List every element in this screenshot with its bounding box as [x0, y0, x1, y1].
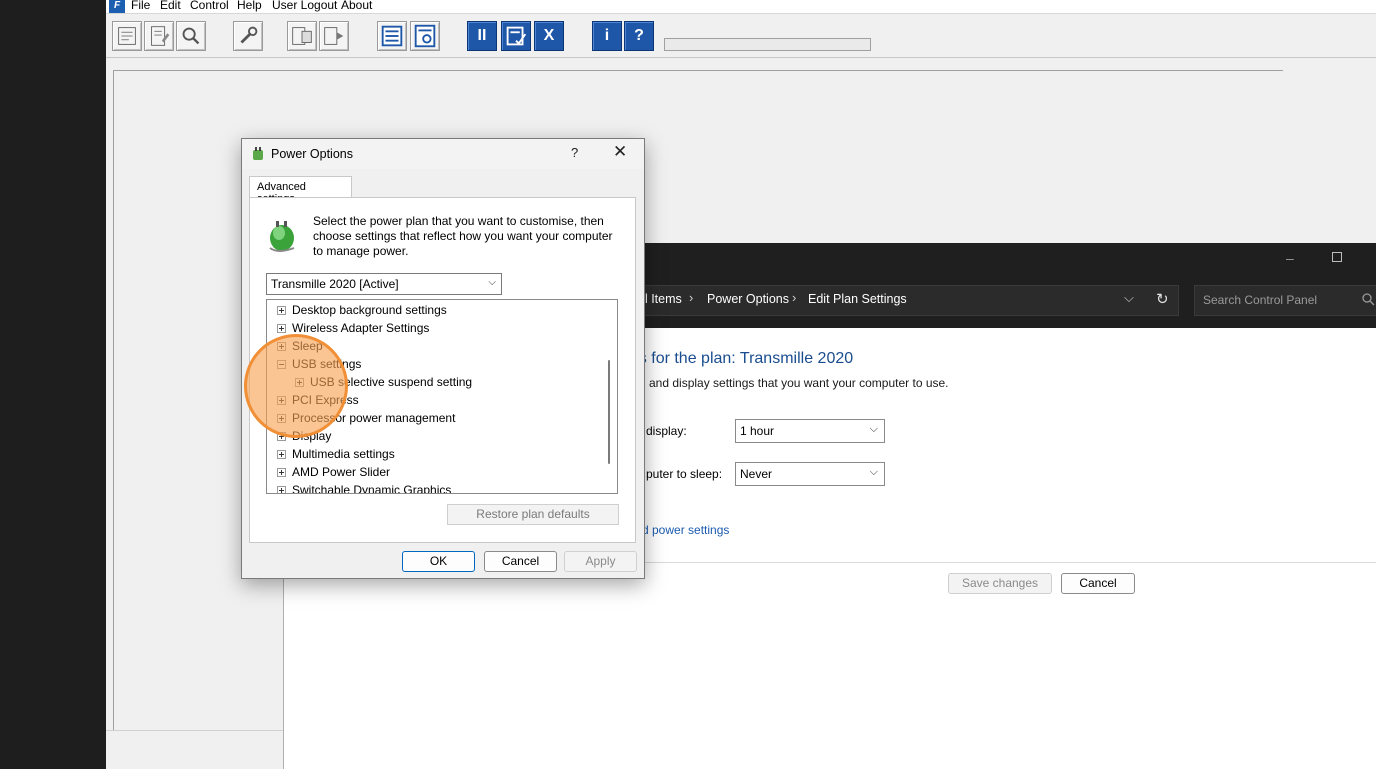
breadcrumb-edit-plan-settings[interactable]: Edit Plan Settings: [808, 292, 907, 306]
battery-plan-icon: [269, 221, 295, 252]
display-off-value: 1 hour: [740, 424, 775, 438]
menu-bar: F File Edit Control Help User Logout Abo…: [106, 0, 1376, 14]
power-plan-select[interactable]: Transmille 2020 [Active] ⌵: [266, 273, 502, 295]
help-button[interactable]: ?: [624, 21, 654, 51]
tree-item-label: Switchable Dynamic Graphics: [292, 483, 452, 494]
checklist-icon: [506, 26, 527, 46]
power-options-icon: [253, 147, 263, 160]
pause-button[interactable]: II: [467, 21, 497, 51]
tree-item-label: AMD Power Slider: [292, 465, 391, 479]
menu-about[interactable]: About: [341, 0, 372, 12]
dialog-description: Select the power plan that you want to c…: [313, 214, 613, 258]
advanced-power-settings-link[interactable]: d power settings: [642, 523, 729, 537]
expand-icon[interactable]: [277, 306, 286, 315]
edit-record-button[interactable]: [144, 21, 174, 51]
menu-edit[interactable]: Edit: [160, 0, 181, 12]
cancel-button[interactable]: Cancel: [1061, 573, 1135, 594]
close-icon: X: [543, 27, 555, 44]
chevron-right-icon: ›: [689, 290, 694, 305]
page-title: ngs for the plan: Transmille 2020: [621, 350, 854, 367]
search-icon: [182, 27, 200, 45]
restore-plan-defaults-button[interactable]: Restore plan defaults: [447, 504, 619, 525]
stop-button[interactable]: X: [534, 21, 564, 51]
search-input[interactable]: Search Control Panel: [1194, 285, 1376, 316]
document-play-icon: [324, 27, 344, 45]
display-off-label: display:: [646, 424, 687, 438]
toolbar: II X i ?: [106, 15, 1376, 58]
scrollbar-thumb[interactable]: [608, 360, 610, 464]
expand-icon[interactable]: [277, 486, 286, 493]
info-icon: i: [604, 27, 610, 44]
tree-item-label: Wireless Adapter Settings: [292, 321, 430, 335]
chevron-right-icon: ›: [792, 290, 797, 305]
tree-item-label: Multimedia settings: [292, 447, 395, 461]
chevron-down-icon: ⌵: [869, 423, 878, 435]
maximize-icon[interactable]: [1332, 252, 1342, 262]
help-icon: ?: [634, 27, 644, 44]
list-icon: [381, 25, 403, 47]
display-off-select[interactable]: 1 hour ⌵: [735, 419, 885, 443]
refresh-icon[interactable]: ↻: [1156, 290, 1169, 308]
menu-help[interactable]: Help: [237, 0, 262, 12]
power-plan-value: Transmille 2020 [Active]: [271, 277, 399, 291]
chevron-down-icon[interactable]: ⌵: [1124, 290, 1134, 306]
export-button[interactable]: [319, 21, 349, 51]
dialog-title: Power Options: [271, 147, 353, 161]
tools-button[interactable]: [233, 21, 263, 51]
cancel-button[interactable]: Cancel: [484, 551, 557, 572]
breadcrumb-power-options[interactable]: Power Options: [707, 292, 789, 306]
pause-icon: II: [477, 27, 487, 44]
tab-advanced-settings[interactable]: Advanced settings: [249, 176, 352, 205]
list-view-button[interactable]: [377, 21, 407, 51]
save-changes-button[interactable]: Save changes: [948, 573, 1052, 594]
tree-item-label: Desktop background settings: [292, 303, 447, 317]
minimize-icon[interactable]: –: [1286, 251, 1300, 265]
expand-icon[interactable]: [277, 324, 286, 333]
form-icon: [118, 27, 136, 45]
menu-file[interactable]: File: [131, 0, 150, 12]
edit-document-icon: [151, 26, 170, 46]
report-button[interactable]: [410, 21, 440, 51]
ok-button[interactable]: OK: [402, 551, 475, 572]
dialog-titlebar: Power Options ? ✕: [242, 139, 644, 169]
sleep-select[interactable]: Never ⌵: [735, 462, 885, 486]
menu-control[interactable]: Control: [190, 0, 229, 12]
info-button[interactable]: i: [592, 21, 622, 51]
menu-user-logout[interactable]: User Logout: [272, 0, 337, 12]
sleep-label: puter to sleep:: [646, 467, 723, 481]
search-icon[interactable]: [1361, 292, 1375, 306]
progress-bar: [664, 38, 871, 51]
report-icon: [414, 24, 436, 48]
apply-button[interactable]: Apply: [564, 551, 637, 572]
expand-icon[interactable]: [277, 468, 286, 477]
expand-icon[interactable]: [277, 450, 286, 459]
close-icon[interactable]: ✕: [613, 142, 627, 162]
help-icon[interactable]: ?: [571, 145, 578, 160]
page-subtitle: and display settings that you want your …: [649, 376, 949, 390]
wrench-icon: [240, 26, 258, 44]
document-list-icon: [292, 27, 312, 45]
import-button[interactable]: [287, 21, 317, 51]
app-logo-icon: F: [109, 0, 125, 13]
search-button[interactable]: [176, 21, 206, 51]
chevron-down-icon: ⌵: [869, 466, 878, 478]
click-highlight: [244, 334, 348, 438]
chevron-down-icon: ⌵: [488, 277, 496, 288]
checklist-button[interactable]: [501, 21, 531, 51]
sleep-value: Never: [740, 467, 773, 481]
new-record-button[interactable]: [112, 21, 142, 51]
